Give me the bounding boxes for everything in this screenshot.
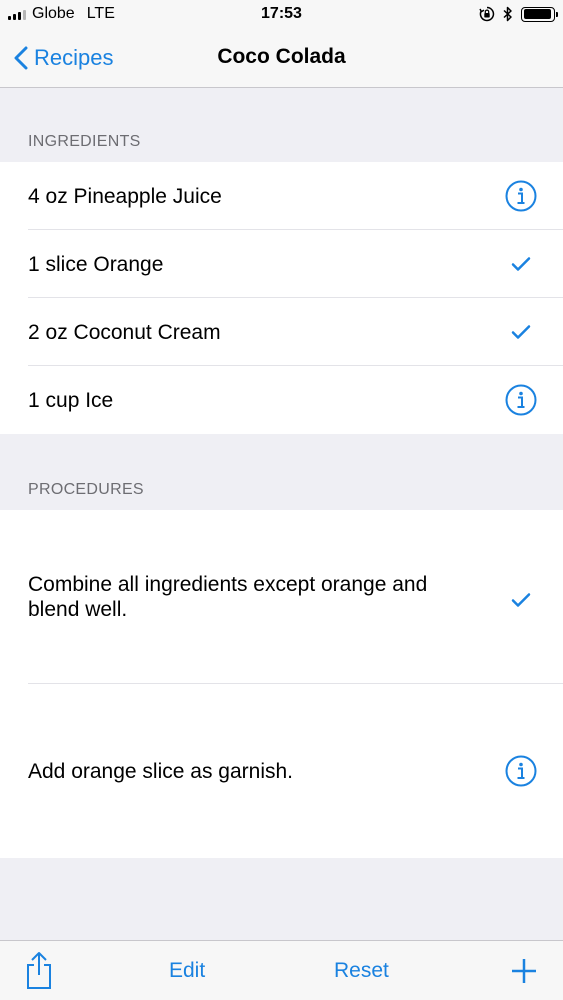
share-button[interactable] <box>24 951 54 991</box>
info-icon[interactable] <box>505 384 537 416</box>
ingredient-row[interactable]: 1 cup Ice <box>0 366 563 434</box>
ingredient-label: 2 oz Coconut Cream <box>28 321 221 344</box>
ingredient-label: 1 cup Ice <box>28 389 114 412</box>
battery-icon <box>521 6 558 22</box>
info-icon[interactable] <box>505 755 537 787</box>
share-icon <box>27 952 51 989</box>
edit-button[interactable]: Edit <box>169 959 205 983</box>
page-title: Coco Colada <box>217 45 346 68</box>
ingredient-row[interactable]: 1 slice Orange <box>0 230 563 298</box>
checkmark-icon <box>505 322 537 342</box>
procedure-text-line: Combine all ingredients except orange an… <box>28 573 428 596</box>
procedure-text: Combine all ingredients except orange an… <box>28 572 427 622</box>
procedure-row[interactable]: Combine all ingredients except orange an… <box>0 510 563 684</box>
procedure-row[interactable]: Add orange slice as garnish. <box>0 684 563 858</box>
battery-fill <box>523 9 552 19</box>
checkmark-icon <box>505 254 537 274</box>
ingredient-label: 1 slice Orange <box>28 253 164 276</box>
info-icon[interactable] <box>505 180 537 212</box>
procedures-list: Combine all ingredients except orange an… <box>0 510 563 858</box>
orientation-lock-icon <box>479 6 495 22</box>
ingredient-row[interactable]: 4 oz Pineapple Juice <box>0 162 563 230</box>
bluetooth-icon <box>503 6 512 22</box>
navigation-bar: Recipes Coco Colada <box>0 30 563 88</box>
procedure-text-line: Add orange slice as garnish. <box>28 760 293 783</box>
ingredient-row[interactable]: 2 oz Coconut Cream <box>0 298 563 366</box>
ingredients-list: 4 oz Pineapple Juice 1 slice Orange 2 oz… <box>0 162 563 434</box>
reset-button[interactable]: Reset <box>334 959 389 983</box>
add-button[interactable] <box>511 958 537 984</box>
checkmark-icon <box>505 590 537 610</box>
bottom-toolbar: Edit Reset <box>0 940 563 1000</box>
plus-icon <box>512 959 536 983</box>
ingredient-label: 4 oz Pineapple Juice <box>28 185 222 208</box>
status-right <box>479 6 558 22</box>
procedure-text-line: blend well. <box>28 598 128 621</box>
procedure-text: Add orange slice as garnish. <box>28 759 293 784</box>
procedures-section-header: PROCEDURES <box>28 481 144 498</box>
status-bar: Globe LTE 17:53 <box>0 0 563 30</box>
ingredients-section-header: INGREDIENTS <box>28 133 141 150</box>
